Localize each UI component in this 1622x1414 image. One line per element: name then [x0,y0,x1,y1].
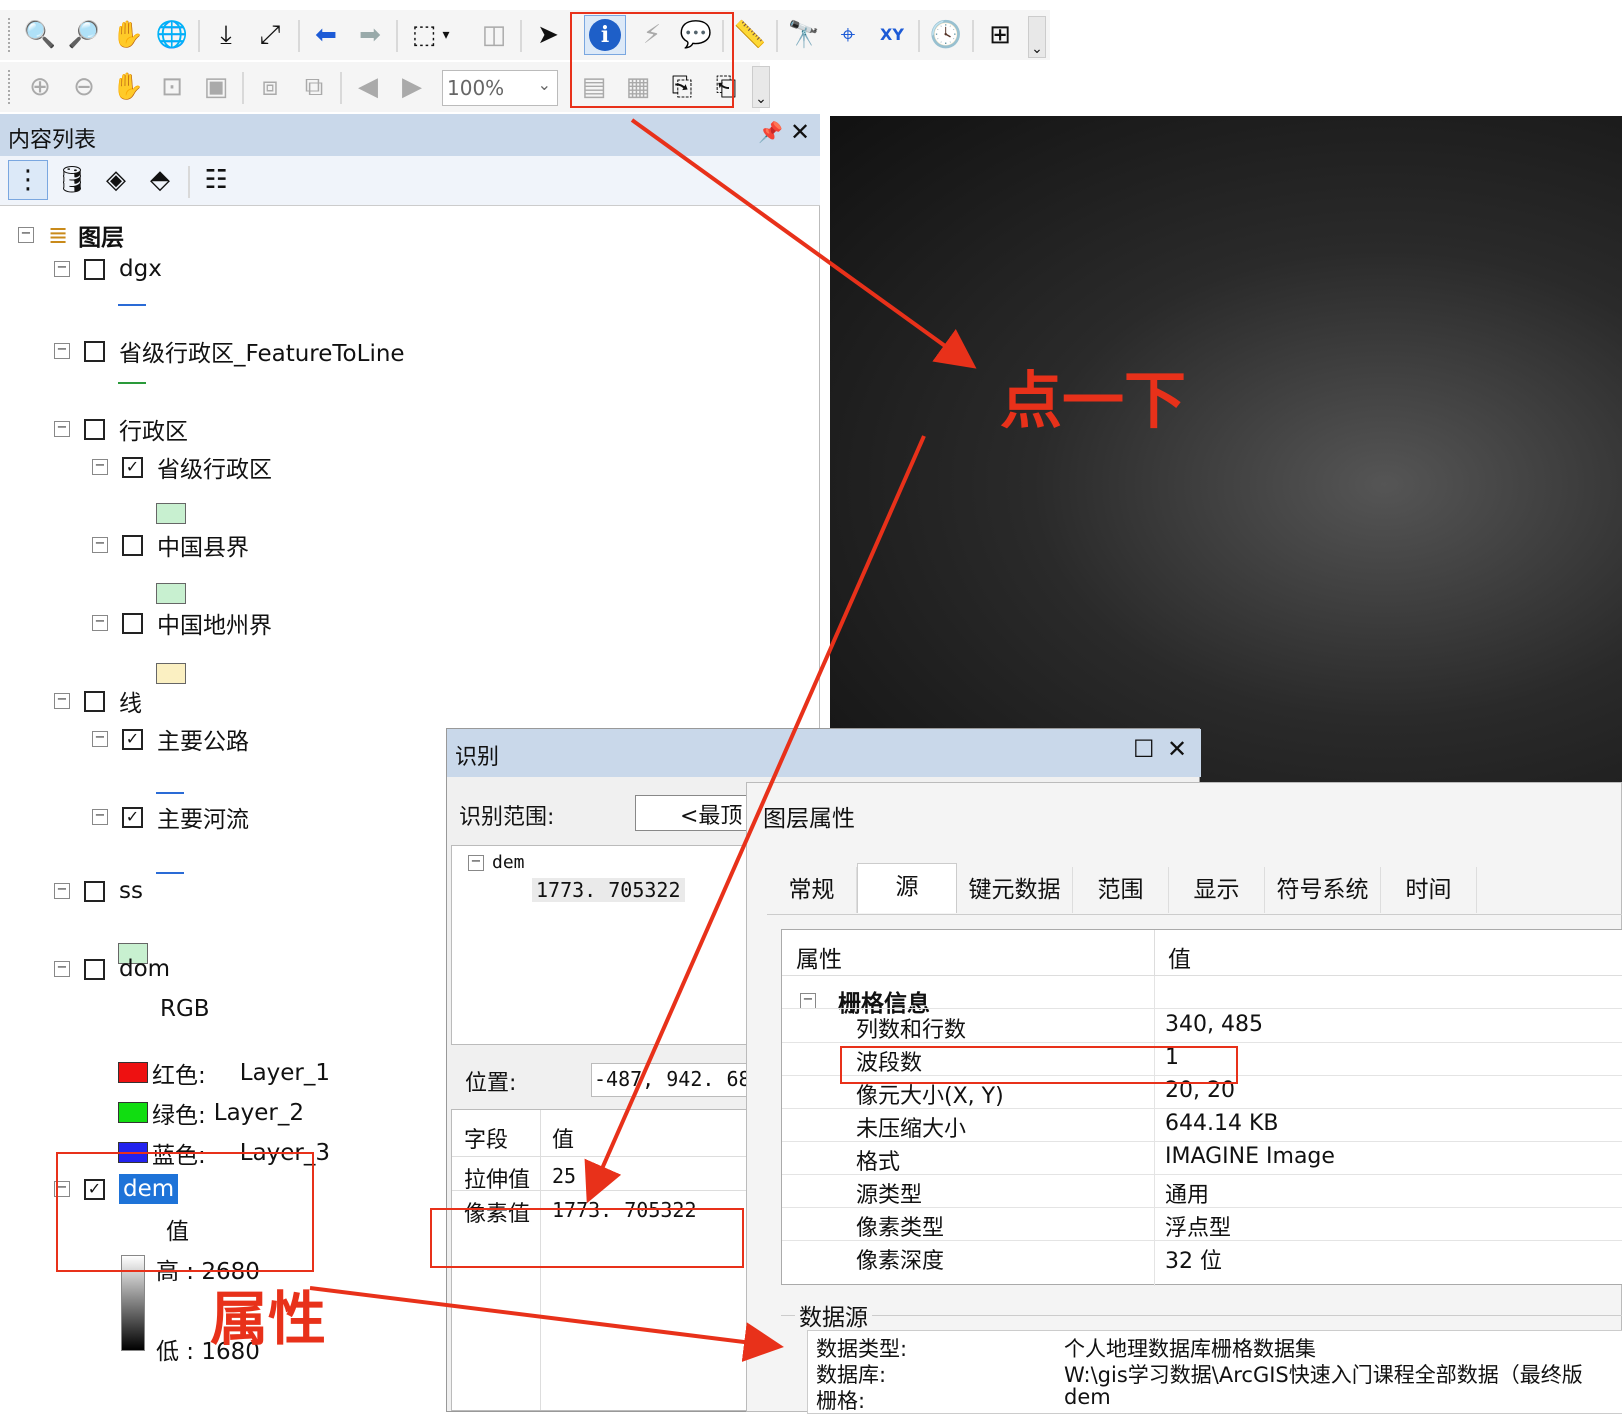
arrow-to-click-text [630,118,977,369]
annotation-arrows [309,118,977,1362]
arrow-to-pixel-value [584,435,926,1204]
arrow-to-datasource [309,1286,784,1362]
